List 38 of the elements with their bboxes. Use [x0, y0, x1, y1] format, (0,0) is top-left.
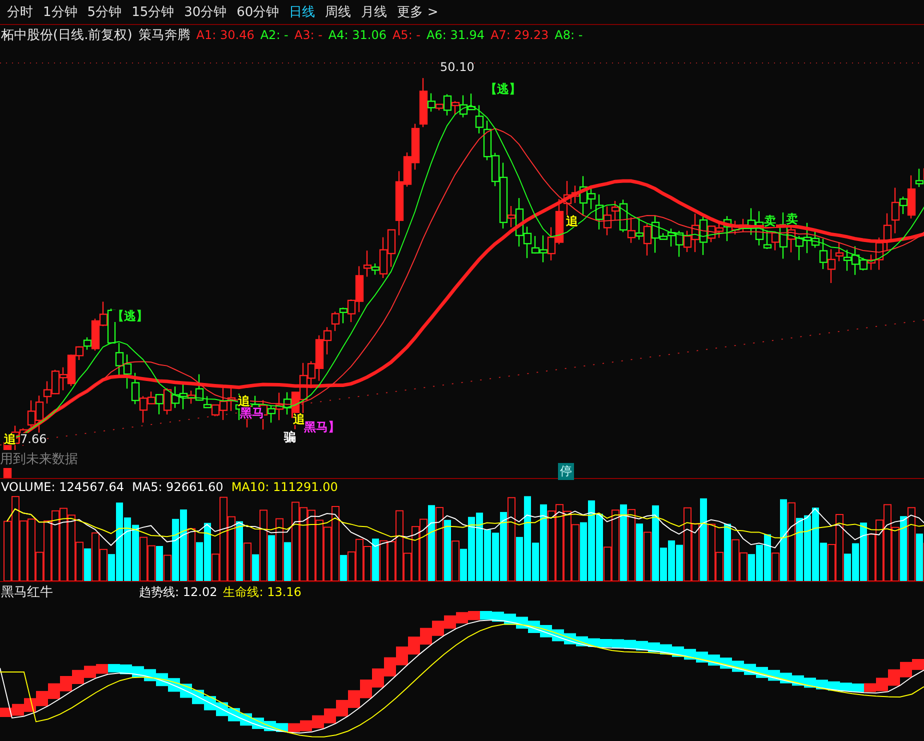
period-tab[interactable]: 5分钟: [82, 3, 127, 21]
indicator-value: A8: -: [554, 28, 583, 42]
high-price-label: 50.10: [440, 61, 474, 73]
period-tab[interactable]: 分时: [2, 3, 38, 21]
period-tab[interactable]: 周线: [320, 3, 356, 21]
indicator-name: 黑马红牛: [1, 584, 53, 601]
indicator-value: A5: -: [392, 28, 420, 42]
signal-label: 黑马: [240, 407, 264, 419]
indicator-value: A4: 31.06: [328, 28, 386, 42]
stock-title: 柘中股份(日线.前复权): [1, 27, 132, 44]
indicator-value: A7: 29.23: [490, 28, 549, 42]
indicator-value: A2: -: [260, 28, 288, 42]
period-tab[interactable]: 60分钟: [232, 3, 284, 21]
signal-label: 骗: [284, 431, 296, 443]
period-tab[interactable]: 15分钟: [126, 3, 180, 21]
formula-name: 策马奔腾: [138, 27, 190, 44]
period-tab[interactable]: 更多 >: [392, 3, 444, 21]
indicator-value: A6: 31.94: [426, 28, 485, 42]
indicator-line-value: 生命线: 13.16: [223, 584, 302, 600]
period-tab[interactable]: 1分钟: [38, 3, 82, 21]
period-tab[interactable]: 日线: [284, 3, 320, 21]
volume-value: MA10: 111291.00: [231, 480, 338, 494]
indicator-value: A3: -: [294, 28, 322, 42]
period-tab[interactable]: 月线: [356, 3, 392, 21]
signal-label: 卖: [764, 215, 776, 227]
signal-label: 卖: [786, 213, 798, 225]
low-price-label: 7.66: [20, 433, 47, 445]
period-tab[interactable]: 30分钟: [179, 3, 232, 21]
signal-label: 追: [293, 413, 305, 425]
volume-value: MA5: 92661.60: [132, 480, 224, 494]
signal-label: 追: [566, 215, 578, 227]
indicator-value: A1: 30.46: [196, 28, 254, 42]
notice-text: 用到未来数据: [0, 450, 78, 468]
halt-badge: 停: [558, 463, 574, 480]
indicator-line-value: 趋势线: 12.02: [139, 584, 218, 600]
volume-value: VOLUME: 124567.64: [1, 480, 124, 494]
signal-label: 追: [4, 433, 16, 445]
signal-label: 追: [238, 395, 250, 407]
